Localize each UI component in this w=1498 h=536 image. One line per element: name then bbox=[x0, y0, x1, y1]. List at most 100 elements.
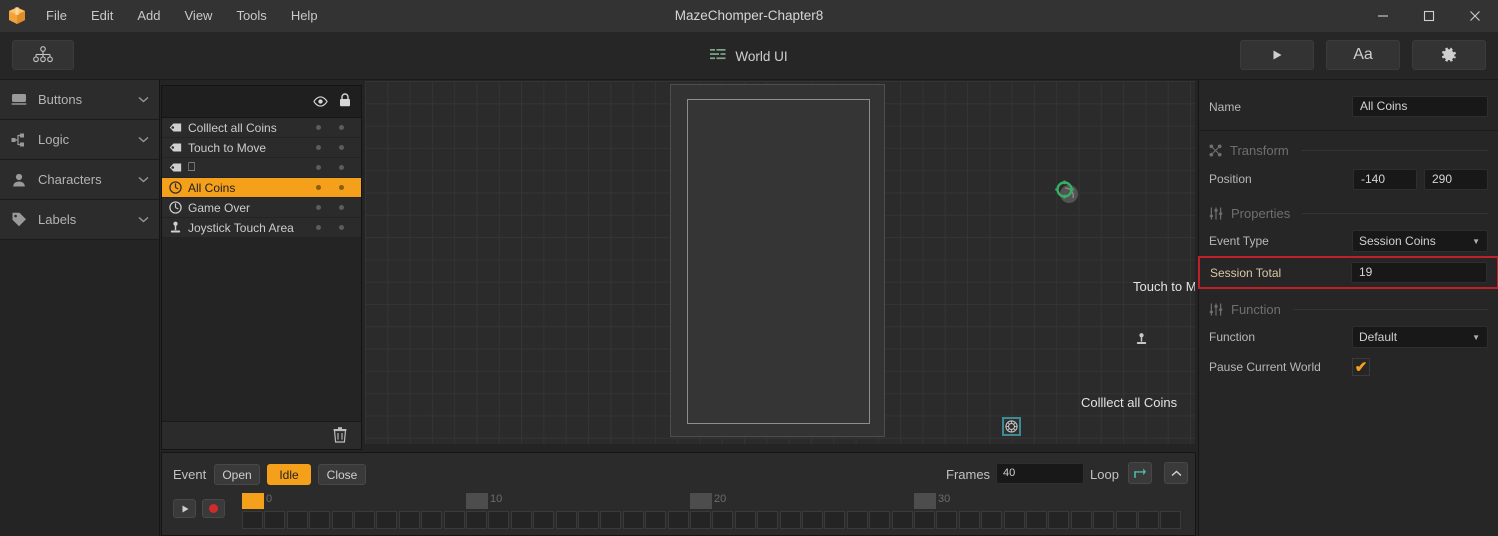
timeline-cell[interactable] bbox=[510, 511, 532, 529]
list-item[interactable]: Colllect all Coins bbox=[162, 118, 361, 138]
layer-lock-dot[interactable] bbox=[339, 185, 344, 190]
timeline-cell[interactable] bbox=[645, 511, 667, 529]
list-item[interactable]: Touch to Move bbox=[162, 138, 361, 158]
timeline-cell[interactable] bbox=[309, 511, 331, 529]
event-tab-open[interactable]: Open bbox=[214, 464, 260, 485]
maximize-icon[interactable] bbox=[1406, 0, 1452, 32]
timeline-tick-mark[interactable] bbox=[690, 493, 712, 509]
pause-current-world-checkbox[interactable]: ✔ bbox=[1352, 358, 1370, 376]
timeline-cell[interactable] bbox=[622, 511, 644, 529]
timeline-cell[interactable] bbox=[488, 511, 510, 529]
menu-item-add[interactable]: Add bbox=[125, 0, 172, 32]
list-item[interactable]: Joystick Touch Area bbox=[162, 218, 361, 238]
menu-item-help[interactable]: Help bbox=[279, 0, 330, 32]
close-icon[interactable] bbox=[1452, 0, 1498, 32]
coin-icon[interactable] bbox=[1002, 417, 1021, 436]
name-input[interactable]: All Coins bbox=[1352, 96, 1488, 117]
layer-visibility-dot[interactable] bbox=[316, 125, 321, 130]
minimize-icon[interactable] bbox=[1360, 0, 1406, 32]
timeline-cell[interactable] bbox=[398, 511, 420, 529]
timeline-cell[interactable] bbox=[981, 511, 1003, 529]
timeline-cell[interactable] bbox=[533, 511, 555, 529]
timeline-cell[interactable] bbox=[331, 511, 353, 529]
timeline-cell[interactable] bbox=[757, 511, 779, 529]
layer-visibility-dot[interactable] bbox=[316, 225, 321, 230]
play-icon[interactable] bbox=[1240, 40, 1314, 70]
timeline-cell[interactable] bbox=[421, 511, 443, 529]
timeline-cell[interactable] bbox=[824, 511, 846, 529]
timeline-cell[interactable] bbox=[690, 511, 711, 529]
timeline-cell[interactable] bbox=[242, 511, 263, 529]
list-item[interactable]: ⎕ bbox=[162, 158, 361, 178]
canvas-label-collect-all-coins[interactable]: Colllect all Coins bbox=[1081, 395, 1177, 410]
session-total-input[interactable]: 19 bbox=[1351, 262, 1487, 283]
gear-icon[interactable] bbox=[1412, 40, 1486, 70]
timeline-cell[interactable] bbox=[914, 511, 935, 529]
layer-lock-dot[interactable] bbox=[339, 225, 344, 230]
text-tool-button[interactable]: Aa bbox=[1326, 40, 1400, 70]
timeline-cell[interactable] bbox=[712, 511, 734, 529]
layer-visibility-dot[interactable] bbox=[316, 185, 321, 190]
timeline-cell[interactable] bbox=[734, 511, 756, 529]
timeline-cell[interactable] bbox=[1003, 511, 1025, 529]
frames-input[interactable]: 40 bbox=[996, 463, 1084, 484]
timeline-cell[interactable] bbox=[1138, 511, 1159, 529]
timeline-cell[interactable] bbox=[869, 511, 891, 529]
layer-lock-dot[interactable] bbox=[339, 205, 344, 210]
canvas-label-touch-to-move[interactable]: Touch to Move bbox=[1133, 279, 1195, 294]
timeline-cell[interactable] bbox=[1093, 511, 1115, 529]
layer-visibility-dot[interactable] bbox=[316, 145, 321, 150]
layer-visibility-dot[interactable] bbox=[316, 205, 321, 210]
timeline-play-button[interactable] bbox=[173, 499, 196, 518]
timeline-cell[interactable] bbox=[1070, 511, 1092, 529]
scene-canvas[interactable]: Touch to Move Colllect all Coins bbox=[365, 81, 1195, 444]
sidebar-item-buttons[interactable]: Buttons bbox=[0, 80, 159, 120]
menu-item-edit[interactable]: Edit bbox=[79, 0, 125, 32]
event-type-dropdown[interactable]: Session Coins ▼ bbox=[1352, 230, 1488, 252]
timeline-track[interactable]: 0 10 20 30 bbox=[242, 493, 1192, 536]
sidebar-item-characters[interactable]: Characters bbox=[0, 160, 159, 200]
timeline-cell[interactable] bbox=[286, 511, 308, 529]
layer-lock-dot[interactable] bbox=[339, 145, 344, 150]
lock-icon[interactable] bbox=[339, 93, 351, 112]
timeline-cell[interactable] bbox=[1026, 511, 1047, 529]
timeline-cell[interactable] bbox=[779, 511, 801, 529]
timeline-cell[interactable] bbox=[667, 511, 689, 529]
timeline-playhead[interactable] bbox=[242, 493, 264, 509]
event-tab-close[interactable]: Close bbox=[318, 464, 366, 485]
timeline-tick-mark[interactable] bbox=[466, 493, 488, 509]
timeline-cell[interactable] bbox=[376, 511, 398, 529]
chevron-up-icon[interactable] bbox=[1164, 462, 1188, 484]
trash-icon[interactable] bbox=[333, 427, 347, 448]
timeline-cell[interactable] bbox=[1115, 511, 1137, 529]
list-item-selected[interactable]: All Coins bbox=[162, 178, 361, 198]
timeline-cell[interactable] bbox=[1048, 511, 1070, 529]
timeline-cell[interactable] bbox=[466, 511, 487, 529]
position-x-input[interactable]: -140 bbox=[1353, 168, 1417, 190]
timeline-cell[interactable] bbox=[891, 511, 913, 529]
timeline-cell[interactable] bbox=[443, 511, 465, 529]
selection-handle-icon[interactable] bbox=[1053, 179, 1081, 210]
layer-visibility-dot[interactable] bbox=[316, 165, 321, 170]
timeline-cell[interactable] bbox=[600, 511, 622, 529]
timeline-cell[interactable] bbox=[1160, 511, 1182, 529]
timeline-record-button[interactable] bbox=[202, 499, 225, 518]
timeline-cell[interactable] bbox=[354, 511, 375, 529]
sidebar-item-logic[interactable]: Logic bbox=[0, 120, 159, 160]
menu-item-tools[interactable]: Tools bbox=[224, 0, 278, 32]
layer-lock-dot[interactable] bbox=[339, 125, 344, 130]
timeline-cell[interactable] bbox=[555, 511, 577, 529]
timeline-cell[interactable] bbox=[936, 511, 958, 529]
timeline-cell[interactable] bbox=[958, 511, 980, 529]
eye-icon[interactable] bbox=[313, 94, 328, 112]
menu-item-file[interactable]: File bbox=[34, 0, 79, 32]
list-item[interactable]: Game Over bbox=[162, 198, 361, 218]
timeline-cell[interactable] bbox=[846, 511, 868, 529]
timeline-tick-mark[interactable] bbox=[914, 493, 936, 509]
position-y-input[interactable]: 290 bbox=[1424, 168, 1488, 190]
function-dropdown[interactable]: Default ▼ bbox=[1352, 326, 1488, 348]
layer-lock-dot[interactable] bbox=[339, 165, 344, 170]
timeline-cell[interactable] bbox=[578, 511, 599, 529]
joystick-icon[interactable] bbox=[1135, 332, 1148, 351]
menu-item-view[interactable]: View bbox=[173, 0, 225, 32]
